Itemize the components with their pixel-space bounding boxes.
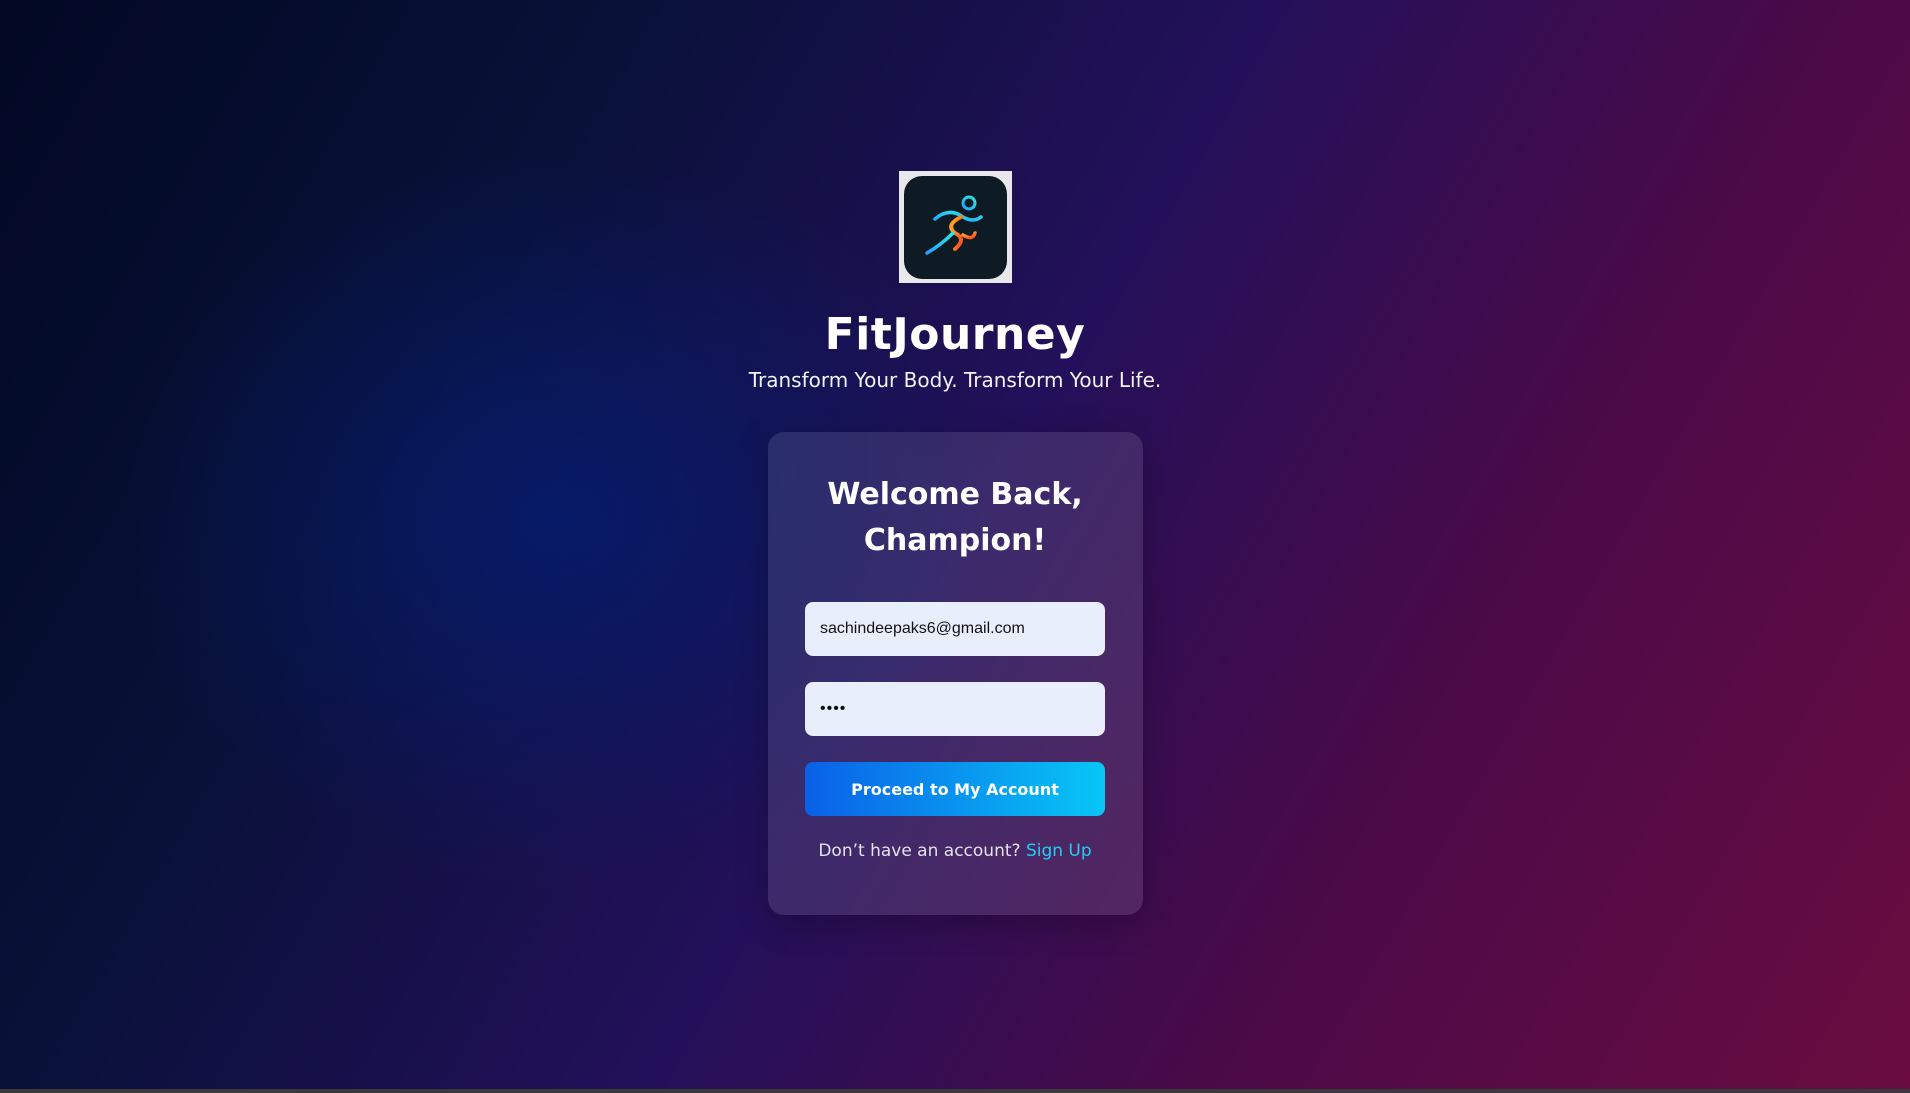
proceed-button[interactable]: Proceed to My Account [805, 762, 1105, 816]
window-bottom-edge [0, 1089, 1910, 1093]
login-card: Welcome Back, Champion! Proceed to My Ac… [767, 432, 1143, 915]
signup-prompt-row: Don’t have an account? Sign Up [818, 839, 1091, 863]
app-logo [898, 171, 1012, 283]
welcome-heading: Welcome Back, Champion! [827, 477, 1083, 558]
password-input[interactable] [805, 682, 1105, 736]
app-tagline: Transform Your Body. Transform Your Life… [748, 368, 1162, 392]
signup-link[interactable]: Sign Up [1026, 841, 1092, 861]
app-title: FitJourney [824, 309, 1086, 360]
logo-tile [903, 175, 1007, 279]
running-person-icon [925, 195, 983, 255]
email-input[interactable] [805, 602, 1105, 656]
login-page: FitJourney Transform Your Body. Transfor… [0, 0, 1910, 915]
signup-prompt-text: Don’t have an account? [818, 841, 1026, 861]
